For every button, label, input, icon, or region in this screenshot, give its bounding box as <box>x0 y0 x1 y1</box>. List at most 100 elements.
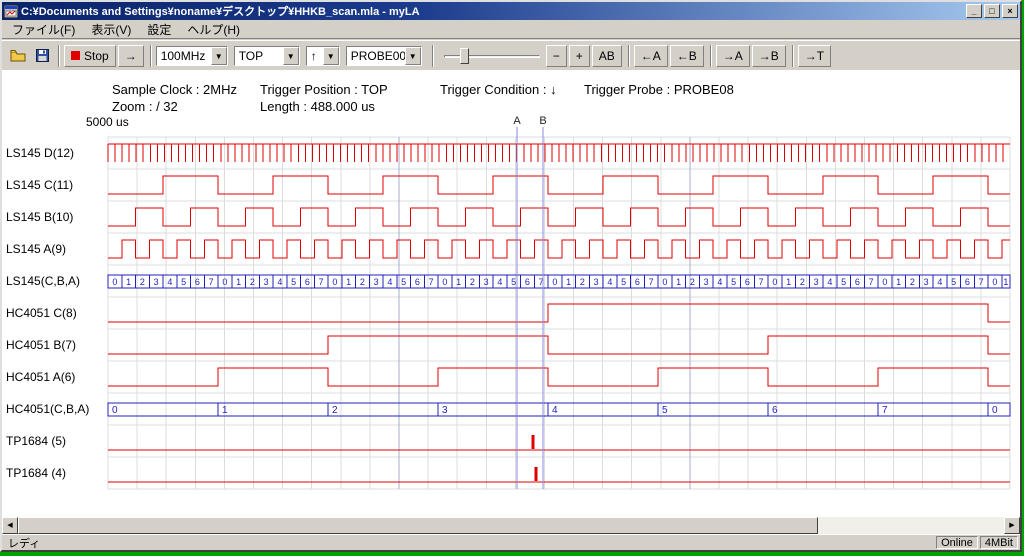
bus-value: 1 <box>222 405 228 416</box>
minimize-button[interactable]: _ <box>966 4 982 18</box>
bus-value: 3 <box>154 277 159 287</box>
open-file-button[interactable] <box>6 45 30 67</box>
goto-cursor-b-right-button[interactable]: →B <box>752 45 786 67</box>
stop-icon <box>71 51 80 60</box>
bus-value: 2 <box>332 405 338 416</box>
sample-clock-select[interactable]: 100MHz ▼ <box>156 46 228 66</box>
save-file-button[interactable] <box>30 45 54 67</box>
bus-value: 2 <box>360 277 365 287</box>
bus-value: 6 <box>855 277 860 287</box>
bus-value: 2 <box>140 277 145 287</box>
titlebar[interactable]: C:¥Documents and Settings¥noname¥デスクトップ¥… <box>2 2 1020 20</box>
status-memory-badge: 4MBit <box>980 536 1018 549</box>
scroll-right-icon[interactable]: ▶ <box>1004 517 1020 534</box>
bus-value: 0 <box>112 405 118 416</box>
ab-button[interactable]: AB <box>592 45 622 67</box>
bus-value: 0 <box>772 277 777 287</box>
bus-value: 2 <box>690 277 695 287</box>
zoom-slider-thumb[interactable] <box>460 48 469 64</box>
toolbar-separator <box>432 45 434 67</box>
goto-cursor-a-left-button[interactable]: ←A <box>634 45 668 67</box>
scrollbar-track[interactable] <box>818 517 1004 534</box>
close-button[interactable]: × <box>1002 4 1018 18</box>
status-ready-text: レディ <box>4 535 934 551</box>
bus-value: 2 <box>470 277 475 287</box>
bus-value: 5 <box>401 277 406 287</box>
maximize-button[interactable]: □ <box>984 4 1000 18</box>
stop-button[interactable]: Stop <box>64 45 116 67</box>
chevron-down-icon[interactable]: ▼ <box>211 47 227 65</box>
bus-value: 7 <box>869 277 874 287</box>
scrollbar-thumb[interactable] <box>18 517 818 534</box>
bus-value: 0 <box>882 277 887 287</box>
trigger-edge-value: ↑ <box>307 47 323 65</box>
bus-value: 6 <box>965 277 970 287</box>
zoom-slider-track <box>444 55 540 58</box>
zoom-in-button[interactable]: + <box>569 45 590 67</box>
channel-label: LS145(C,B,A) <box>6 274 80 288</box>
bus-value: 7 <box>882 405 888 416</box>
bus-value: 1 <box>896 277 901 287</box>
cursor-a-label: A <box>513 115 521 127</box>
run-button[interactable]: → <box>118 45 144 67</box>
bus-value: 3 <box>814 277 819 287</box>
channel-label: HC4051(C,B,A) <box>6 402 89 416</box>
cursors[interactable]: AB <box>513 115 546 489</box>
horizontal-scrollbar[interactable]: ◀ ▶ <box>2 517 1020 534</box>
trigger-probe-value: PROBE00 <box>347 47 405 65</box>
goto-cursor-b-left-button[interactable]: ←B <box>670 45 704 67</box>
bus-value: 5 <box>841 277 846 287</box>
menu-settings[interactable]: 設定 <box>139 19 179 40</box>
bus-cell <box>658 403 768 416</box>
goto-cursor-a-right-button[interactable]: →A <box>716 45 750 67</box>
bus-value: 3 <box>704 277 709 287</box>
bus-value: 4 <box>387 277 392 287</box>
bus-value: 6 <box>195 277 200 287</box>
sample-clock-value: 100MHz <box>157 47 211 65</box>
bus-value: 0 <box>222 277 227 287</box>
menu-file[interactable]: ファイル(F) <box>4 19 83 40</box>
chevron-down-icon[interactable]: ▼ <box>283 47 299 65</box>
trigger-edge-select[interactable]: ↑ ▼ <box>306 46 340 66</box>
zoom-out-button[interactable]: − <box>546 45 567 67</box>
toolbar-separator <box>792 45 794 67</box>
bus-value: 4 <box>717 277 722 287</box>
toolbar-separator <box>150 45 152 67</box>
bus-value: 6 <box>305 277 310 287</box>
bus-value: 0 <box>552 277 557 287</box>
bus-value: 5 <box>181 277 186 287</box>
waveform-display[interactable]: LS145 D(12)LS145 C(11)LS145 B(10)LS145 A… <box>2 70 1020 517</box>
toolbar-separator <box>710 45 712 67</box>
chevron-down-icon[interactable]: ▼ <box>405 47 421 65</box>
bus-value: 1 <box>786 277 791 287</box>
zoom-slider[interactable] <box>444 45 540 67</box>
bus-waveform: 0123456701234567012345670123456701234567… <box>108 275 1010 288</box>
folder-open-icon <box>10 49 26 62</box>
bus-value: 5 <box>951 277 956 287</box>
scroll-left-icon[interactable]: ◀ <box>2 517 18 534</box>
bus-value: 1 <box>566 277 571 287</box>
bus-cell <box>878 403 988 416</box>
trigger-probe-select[interactable]: PROBE00 ▼ <box>346 46 422 66</box>
bus-value: 3 <box>264 277 269 287</box>
bus-value: 4 <box>607 277 612 287</box>
trigger-position-select[interactable]: TOP ▼ <box>234 46 300 66</box>
bus-value: 1 <box>456 277 461 287</box>
chevron-down-icon[interactable]: ▼ <box>323 47 339 65</box>
bus-value: 1 <box>676 277 681 287</box>
channel-label: HC4051 C(8) <box>6 306 77 320</box>
menu-help[interactable]: ヘルプ(H) <box>179 19 248 40</box>
bus-value: 5 <box>662 405 668 416</box>
bus-value: 7 <box>429 277 434 287</box>
bus-value: 1 <box>1003 277 1008 287</box>
bus-value: 5 <box>731 277 736 287</box>
window-title: C:¥Documents and Settings¥noname¥デスクトップ¥… <box>21 3 964 19</box>
menu-view[interactable]: 表示(V) <box>83 19 139 40</box>
goto-trigger-button[interactable]: →T <box>798 45 831 67</box>
cursor-b-label: B <box>539 115 546 127</box>
waveform <box>108 240 1010 258</box>
bus-value: 4 <box>277 277 282 287</box>
grid <box>108 137 1010 489</box>
bus-value: 7 <box>649 277 654 287</box>
waveform-client-area: Sample Clock : 2MHz Trigger Position : T… <box>2 70 1020 517</box>
